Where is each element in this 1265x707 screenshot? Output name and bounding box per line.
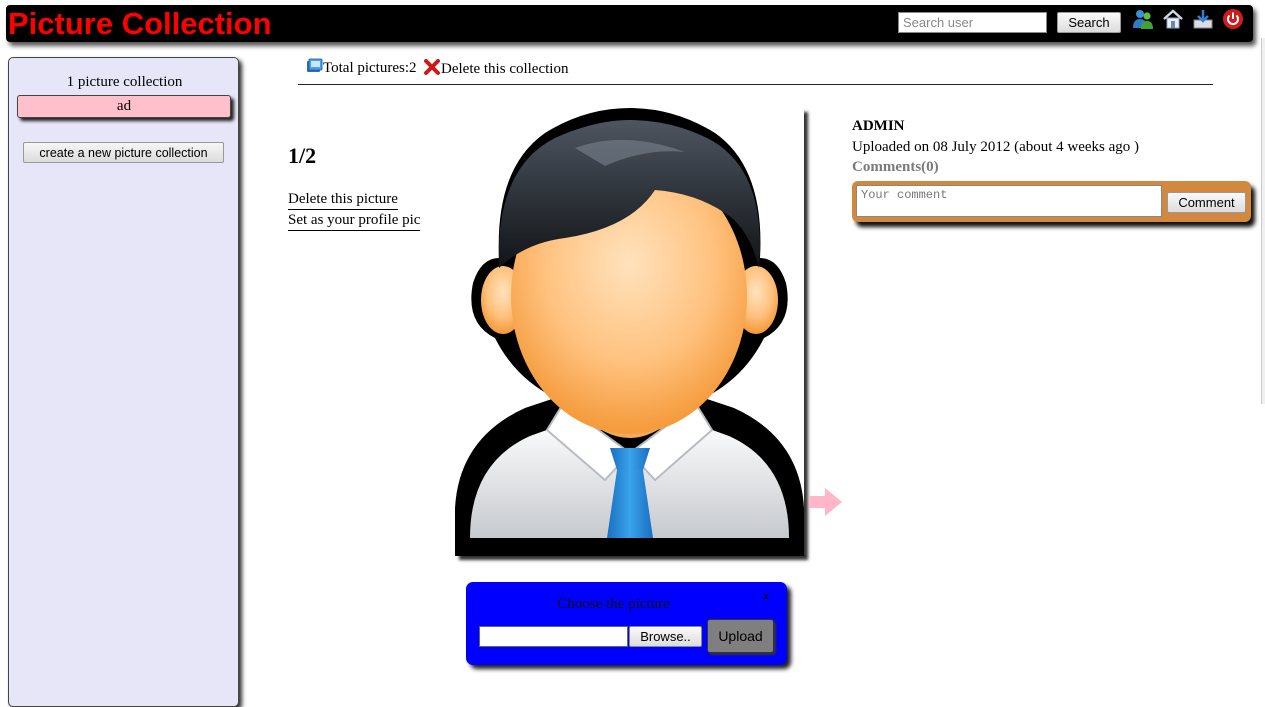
comment-input[interactable] <box>856 185 1162 217</box>
header-bar: Picture Collection Search <box>6 5 1253 42</box>
collection-count: 1 picture collection <box>66 74 183 90</box>
power-icon[interactable] <box>1222 8 1244 30</box>
comment-panel: Comment <box>852 181 1251 222</box>
upload-title: Choose the picture <box>557 596 670 612</box>
collections-sidebar: 1 picture collection ad create a new pic… <box>8 57 239 707</box>
collection-item[interactable]: ad <box>17 95 231 118</box>
scrollbar[interactable] <box>1261 38 1265 404</box>
gallery-icon <box>307 58 323 72</box>
upload-date: Uploaded on 08 July 2012 (about 4 weeks … <box>852 139 1140 155</box>
comment-button[interactable]: Comment <box>1167 192 1246 213</box>
toolbar-divider <box>298 84 1213 85</box>
site-title: Picture Collection <box>8 6 272 41</box>
browse-button[interactable]: Browse.. <box>629 626 702 647</box>
avatar-image <box>455 108 804 556</box>
upload-button[interactable]: Upload <box>707 619 774 653</box>
upload-panel: Choose the picture x Browse.. Upload <box>466 582 787 665</box>
download-icon[interactable] <box>1192 8 1214 30</box>
picture-counter: 1/2 <box>288 143 317 168</box>
delete-collection-label: Delete this collection <box>441 61 569 77</box>
search-button[interactable]: Search <box>1057 12 1121 33</box>
set-profile-pic-link[interactable]: Set as your profile pic <box>288 211 421 231</box>
create-collection-button[interactable]: create a new picture collection <box>23 142 224 163</box>
delete-picture-link[interactable]: Delete this picture <box>288 190 398 210</box>
home-icon[interactable] <box>1162 8 1184 30</box>
total-pictures: Total pictures:2 <box>306 58 417 78</box>
uploader-name[interactable]: ADMIN <box>852 118 905 135</box>
delete-x-icon <box>424 59 440 75</box>
comments-count[interactable]: Comments(0) <box>852 159 939 176</box>
next-picture-arrow-icon[interactable] <box>809 487 843 517</box>
users-icon[interactable] <box>1132 8 1154 30</box>
delete-collection-link[interactable]: Delete this collection <box>423 58 568 79</box>
close-upload-icon[interactable]: x <box>763 589 769 603</box>
total-pictures-label: Total pictures:2 <box>323 60 417 76</box>
picture-frame <box>455 108 804 556</box>
search-user-input[interactable] <box>898 12 1047 33</box>
file-path-field[interactable] <box>479 626 628 647</box>
